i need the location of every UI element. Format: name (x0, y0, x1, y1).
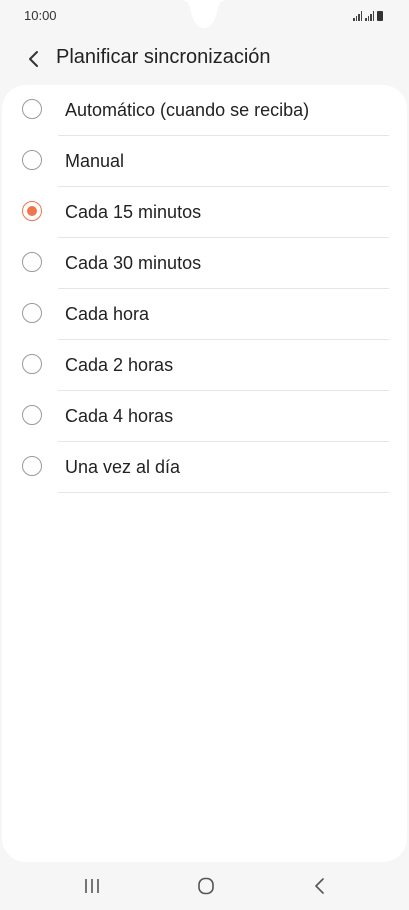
option-label: Una vez al día (65, 457, 181, 477)
radio-button[interactable] (22, 405, 42, 425)
signal-icon (353, 11, 362, 21)
option-row[interactable]: Cada 30 minutos (2, 238, 407, 289)
option-label: Cada 4 horas (65, 406, 174, 426)
radio-button[interactable] (22, 150, 42, 170)
option-row[interactable]: Cada hora (2, 289, 407, 340)
option-row[interactable]: Manual (2, 136, 407, 187)
radio-button[interactable] (22, 252, 42, 272)
radio-button[interactable] (22, 303, 42, 323)
options-card: Automático (cuando se reciba) Manual Cad… (2, 85, 407, 862)
back-chevron-icon[interactable] (24, 48, 44, 70)
home-icon[interactable] (194, 876, 218, 896)
option-row[interactable]: Automático (cuando se reciba) (2, 85, 407, 136)
option-label: Cada 15 minutos (65, 202, 202, 222)
radio-button[interactable] (22, 456, 42, 476)
radio-button[interactable] (22, 99, 42, 119)
camera-notch (180, 0, 228, 28)
radio-selected-dot (27, 206, 37, 216)
navigation-bar (0, 862, 409, 910)
option-label: Cada 30 minutos (65, 253, 202, 273)
option-label: Cada hora (65, 304, 150, 324)
signal-icon-2 (365, 11, 374, 21)
divider (58, 492, 389, 493)
radio-button[interactable] (22, 201, 42, 221)
option-row[interactable]: Cada 15 minutos (2, 187, 407, 238)
option-row[interactable]: Cada 2 horas (2, 340, 407, 391)
battery-icon (377, 11, 383, 21)
status-bar: 10:00 (0, 0, 409, 30)
status-icons (353, 9, 383, 21)
back-icon[interactable] (308, 876, 332, 896)
status-time: 10:00 (24, 8, 57, 23)
option-label: Manual (65, 151, 125, 171)
header: Planificar sincronización (0, 34, 409, 84)
recent-apps-icon[interactable] (80, 876, 104, 896)
sync-options-list: Automático (cuando se reciba) Manual Cad… (2, 85, 407, 493)
option-label: Cada 2 horas (65, 355, 174, 375)
option-row[interactable]: Una vez al día (2, 442, 407, 493)
page-title: Planificar sincronización (56, 46, 271, 68)
radio-button[interactable] (22, 354, 42, 374)
option-label: Automático (cuando se reciba) (65, 100, 310, 120)
option-row[interactable]: Cada 4 horas (2, 391, 407, 442)
